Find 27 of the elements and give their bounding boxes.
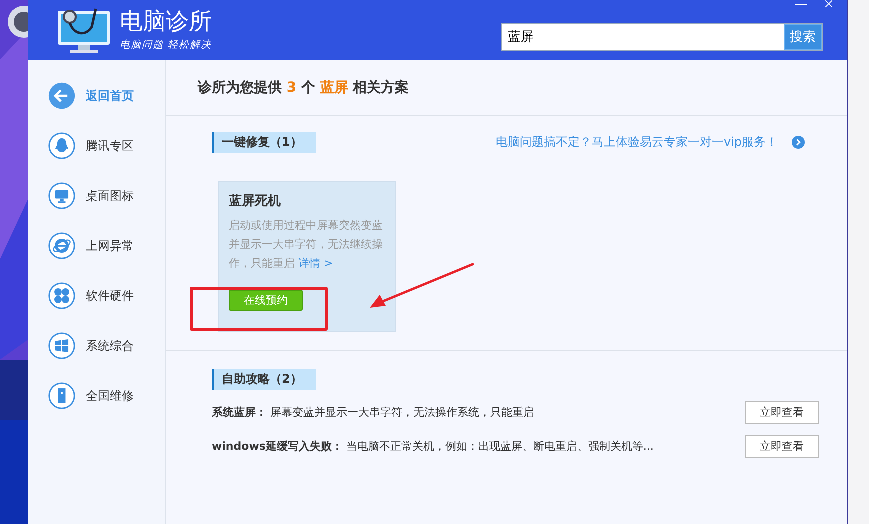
app-slogan: 电脑问题 轻松解决 <box>120 38 212 52</box>
close-icon[interactable] <box>823 0 835 8</box>
sidebar-item[interactable]: 软件硬件 <box>86 288 134 304</box>
monitor-icon[interactable] <box>48 182 76 210</box>
sidebar-item[interactable]: 桌面图标 <box>86 188 134 204</box>
sidebar-item[interactable]: 系统综合 <box>86 338 134 354</box>
browser-icon[interactable] <box>48 232 76 260</box>
card-title: 蓝屏死机 <box>229 193 282 210</box>
sidebar-item[interactable]: 上网异常 <box>86 238 134 254</box>
minimize-icon[interactable] <box>795 4 807 6</box>
sidebar-item[interactable]: 腾讯专区 <box>86 138 134 154</box>
view-button[interactable]: 立即查看 <box>745 400 819 424</box>
guide-text: 系统蓝屏： 屏幕变蓝并显示一大串字符，无法操作系统，只能重启 <box>212 404 534 420</box>
search-field[interactable]: 蓝屏 搜索 <box>501 23 823 51</box>
section-tag: 一键修复（1） <box>212 132 316 153</box>
view-button[interactable]: 立即查看 <box>745 434 819 458</box>
computer-tower-icon[interactable] <box>48 382 76 410</box>
section-tag: 自助攻略（2） <box>212 369 316 390</box>
chevron-right-icon[interactable] <box>792 136 805 149</box>
card-description: 启动或使用过程中屏幕突然变蓝并显示一大串字符，无法继续操作，只能重启 详情 > <box>229 218 384 272</box>
sidebar-item[interactable]: 全国维修 <box>86 388 134 404</box>
guide-text: windows延缓写入失败： 当电脑不正常关机，例如：出现蓝屏、断电重启、强制关机等... <box>212 438 654 454</box>
penguin-icon[interactable] <box>48 132 76 160</box>
app-title: 电脑诊所 <box>120 8 212 36</box>
windows-logo-icon[interactable] <box>48 332 76 360</box>
headline-text: 诊所为您提供 3 个 蓝屏 相关方案 <box>198 78 410 96</box>
clover-icon[interactable] <box>48 282 76 310</box>
